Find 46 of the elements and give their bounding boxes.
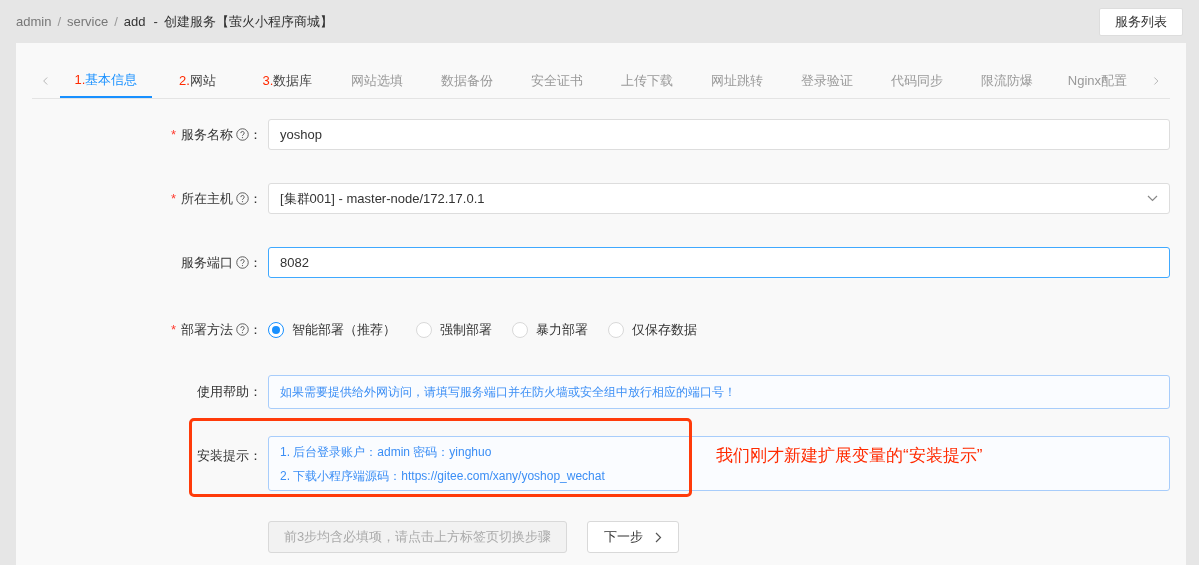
breadcrumb-separator: / xyxy=(114,12,118,31)
required-asterisk: * xyxy=(170,320,176,339)
input-field[interactable]: yoshop xyxy=(268,119,1170,150)
help-icon[interactable] xyxy=(236,323,249,336)
field-label: 服务名称 xyxy=(181,125,233,144)
page-title: 创建服务【萤火小程序商城】 xyxy=(163,12,333,31)
radio-label[interactable]: 智能部署（推荐） xyxy=(292,319,396,340)
notice-text: 如果需要提供给外网访问，请填写服务端口并在防火墙或安全组中放行相应的端口号！ xyxy=(280,384,736,401)
radio-label[interactable]: 强制部署 xyxy=(440,319,492,340)
breadcrumb-item[interactable]: admin xyxy=(16,11,52,32)
field-label: 所在主机 xyxy=(181,189,233,208)
next-step-button[interactable]: 下一步 xyxy=(587,521,680,553)
label-colon: ： xyxy=(249,320,262,339)
radio-label[interactable]: 仅保存数据 xyxy=(632,319,697,340)
field-label: 服务端口 xyxy=(181,253,233,272)
tab[interactable]: 3.数据库 xyxy=(242,63,333,98)
service-list-button[interactable]: 服务列表 xyxy=(1099,7,1183,36)
radio-label[interactable]: 暴力部署 xyxy=(536,319,588,340)
label-colon: ： xyxy=(249,189,262,208)
host-select[interactable]: [集群001] - master-node/172.17.0.1 xyxy=(268,183,1170,214)
notice-text: 2. 下载小程序端源码：https://gitee.com/xany/yoshop_wechat xyxy=(280,467,605,485)
label-colon: ： xyxy=(249,125,262,144)
input-field[interactable]: 8082 xyxy=(268,247,1170,278)
breadcrumb-item[interactable]: service xyxy=(67,11,109,32)
required-asterisk: * xyxy=(170,125,176,144)
annotation-text: 我们刚才新建扩展变量的“安装提示” xyxy=(716,445,983,467)
required-asterisk: * xyxy=(170,189,176,208)
chevron-down-icon xyxy=(1147,195,1158,202)
tab[interactable]: 2.网站 xyxy=(152,63,243,98)
breadcrumb-separator: / xyxy=(57,12,62,31)
breadcrumb-item: add xyxy=(123,12,146,31)
notice-text: 1. 后台登录账户：admin 密码：yinghuo xyxy=(280,443,492,461)
label-colon: ： xyxy=(249,383,262,402)
label-colon: ： xyxy=(249,447,262,465)
tab[interactable]: 1.基本信息 xyxy=(59,63,153,98)
field-label: 使用帮助 xyxy=(197,383,249,402)
radio-button[interactable] xyxy=(268,321,284,338)
help-icon[interactable] xyxy=(236,256,249,269)
field-label: 部署方法 xyxy=(181,320,233,339)
help-icon[interactable] xyxy=(236,128,249,141)
title-dash: - xyxy=(153,12,158,31)
chevron-right-icon[interactable] xyxy=(1153,74,1159,87)
help-icon[interactable] xyxy=(236,192,249,205)
chevron-right-icon xyxy=(655,531,663,543)
field-label: 安装提示 xyxy=(197,447,249,465)
label-colon: ： xyxy=(249,253,262,272)
